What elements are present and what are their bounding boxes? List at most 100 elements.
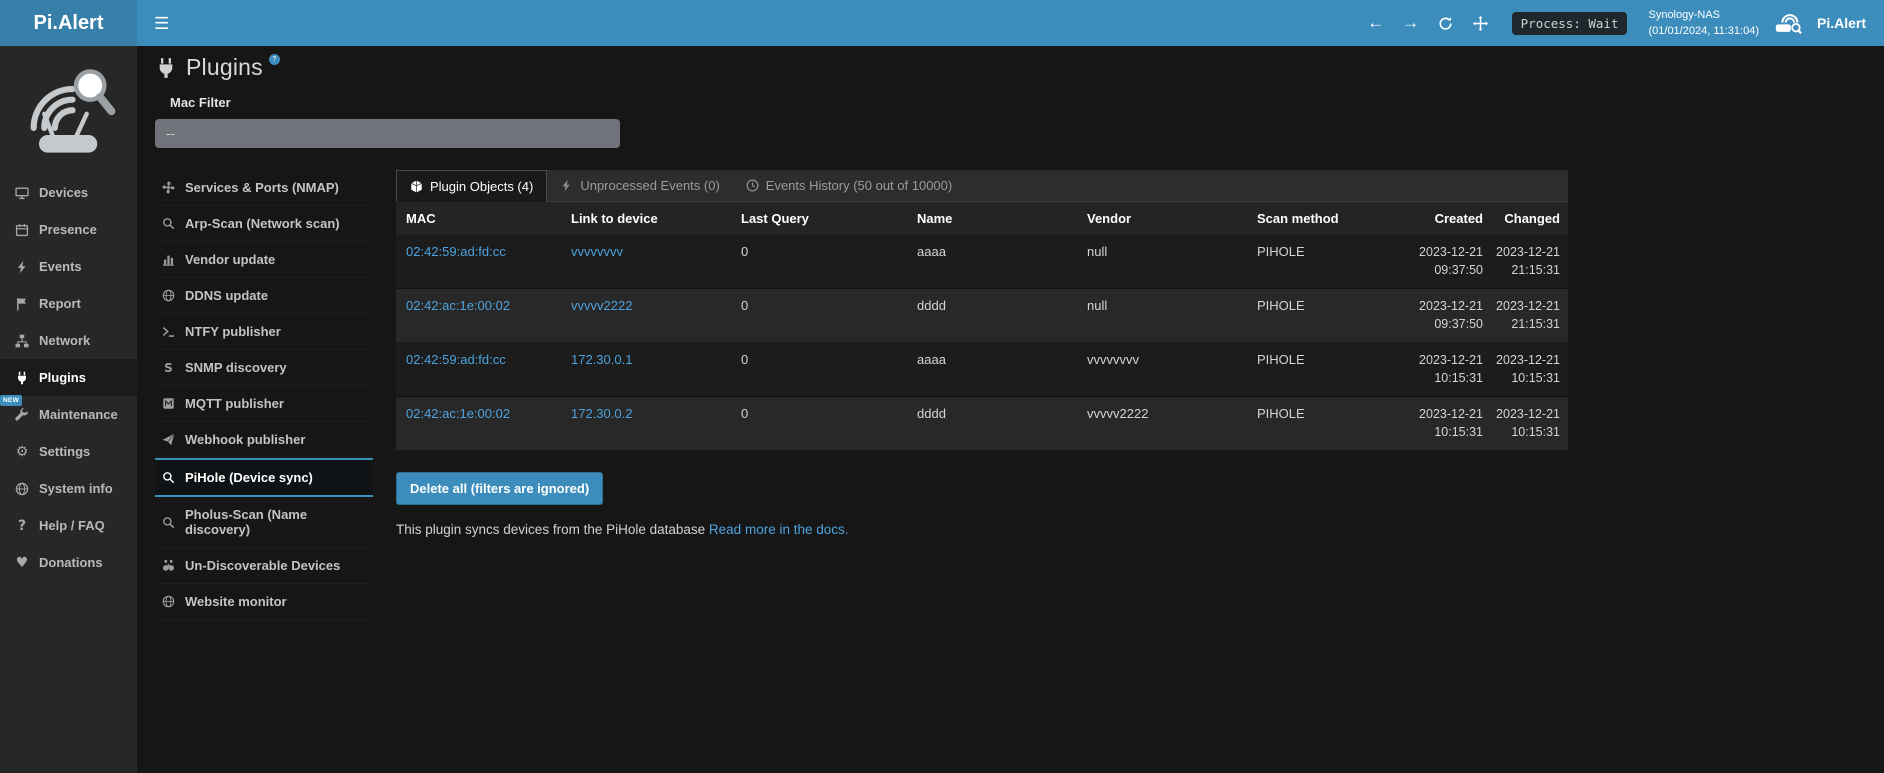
column-header-link-to-device: Link to device [561,202,731,235]
host-name: Synology-NAS [1648,7,1759,24]
presence-icon [14,223,30,237]
sidebar-item-label: Network [39,333,90,348]
table-cell: PIHOLE [1247,397,1413,451]
column-header-changed: Changed [1491,202,1568,235]
globe-icon [161,289,176,302]
sidebar-item-label: System info [39,481,113,496]
plugin-item-label: PiHole (Device sync) [185,470,313,485]
main-row: Devices Presence EventsReport Network Plugin… [0,46,1884,773]
refresh-icon[interactable] [1436,13,1456,33]
docs-info-badge[interactable]: ? [269,54,280,65]
table-body: 02:42:59:ad:fd:ccvvvvvvvv0aaaanullPIHOLE… [396,235,1568,451]
move-icon[interactable] [1471,13,1491,33]
report-icon [14,297,30,311]
plugin-tabs: Plugin Objects (4) Unprocessed Events (0)… [396,170,1568,202]
topbar-right: ← → Process: Wait Synology-NAS (01/01/20… [1366,7,1884,40]
sidebar-item-report[interactable]: Report [0,285,137,322]
sidebar-item-label: Maintenance [39,407,118,422]
plugin-item-un-discoverable-devices[interactable]: Un-Discoverable Devices [155,548,373,584]
table-cell: 2023-12-2121:15:31 [1491,289,1568,343]
system-info-icon [14,482,30,496]
column-header-vendor: Vendor [1077,202,1247,235]
plugin-item-ddns-update[interactable]: DDNS update [155,278,373,314]
mac-link[interactable]: 02:42:ac:1e:00:02 [396,397,561,451]
tab-events-history[interactable]: Events History (50 out of 10000) [733,170,965,201]
plugin-item-label: SNMP discovery [185,360,287,375]
tab-label: Plugin Objects (4) [430,179,533,194]
plugin-item-label: Un-Discoverable Devices [185,558,340,573]
sidebar-item-events[interactable]: Events [0,248,137,285]
tab-unprocessed-events[interactable]: Unprocessed Events (0) [547,170,732,201]
sidebar-item-network[interactable]: Network [0,322,137,359]
sidebar-item-system-info[interactable]: System info [0,470,137,507]
plugin-item-pholus-scan[interactable]: Pholus-Scan (Name discovery) [155,497,373,548]
device-link[interactable]: vvvvvvvv [561,235,731,289]
table-cell: 2023-12-2110:15:31 [1491,397,1568,451]
sidebar-item-settings[interactable]: ⚙Settings [0,433,137,470]
process-status-badge: Process: Wait [1512,12,1628,35]
table-cell: vvvvvvvv [1077,343,1247,397]
plugin-item-website-monitor[interactable]: Website monitor [155,584,373,620]
globe-icon [161,595,176,608]
plugin-objects-table: MACLink to deviceLast QueryNameVendorSca… [396,202,1568,451]
maintenance-icon [14,408,30,422]
tab-plugin-objects[interactable]: Plugin Objects (4) [396,170,547,202]
sidebar-menu: Devices Presence EventsReport Network Plugin… [0,174,137,581]
box-icon [161,397,176,410]
plugins-page-icon [155,57,177,79]
search-icon [161,516,176,529]
plugins-body: Services & Ports (NMAP) Arp-Scan (Network… [155,170,1884,620]
device-link[interactable]: vvvvv2222 [561,289,731,343]
host-info: Synology-NAS (01/01/2024, 11:31:04) [1648,7,1759,40]
plugin-item-webhook-publisher[interactable]: Webhook publisher [155,422,373,458]
plugin-item-mqtt-publisher[interactable]: MQTT publisher [155,386,373,422]
tab-label: Unprocessed Events (0) [580,178,719,193]
delete-all-button[interactable]: Delete all (filters are ignored) [396,472,603,505]
device-link[interactable]: 172.30.0.2 [561,397,731,451]
nav-back-icon[interactable]: ← [1366,13,1386,33]
table-cell: 2023-12-2110:15:31 [1491,343,1568,397]
plugin-item-snmp-discovery[interactable]: SSNMP discovery [155,350,373,386]
table-cell: 0 [731,343,907,397]
table-cell: PIHOLE [1247,343,1413,397]
sidebar-item-devices[interactable]: Devices [0,174,137,211]
plugin-item-label: NTFY publisher [185,324,281,339]
brand-logo[interactable]: Pi.Alert [0,0,137,46]
sidebar-item-label: Devices [39,185,88,200]
app-root: Pi.Alert ☰ ← → Process: Wait Synology-NA… [0,0,1884,773]
topbar: Pi.Alert ☰ ← → Process: Wait Synology-NA… [0,0,1884,46]
plugin-item-label: Arp-Scan (Network scan) [185,216,340,231]
docs-link[interactable]: Read more in the docs. [709,522,849,537]
sidebar-item-plugins[interactable]: Plugins [0,359,137,396]
sidebar-toggle-button[interactable]: ☰ [137,15,186,32]
sidebar-item-presence[interactable]: Presence [0,211,137,248]
table-cell: PIHOLE [1247,235,1413,289]
sidebar-item-help-faq[interactable]: ?Help / FAQ [0,507,137,544]
plugin-item-ntfy-publisher[interactable]: NTFY publisher [155,314,373,350]
nav-forward-icon[interactable]: → [1401,13,1421,33]
mac-link[interactable]: 02:42:59:ad:fd:cc [396,343,561,397]
cube-icon [410,180,423,193]
plugin-item-services-ports-nmap[interactable]: Services & Ports (NMAP) [155,170,373,206]
sidebar-item-label: Presence [39,222,97,237]
mac-link[interactable]: 02:42:59:ad:fd:cc [396,235,561,289]
mac-link[interactable]: 02:42:ac:1e:00:02 [396,289,561,343]
mac-filter-label: Mac Filter [170,95,1884,110]
mac-filter-input[interactable] [155,119,620,148]
sidebar-item-maintenance[interactable]: Maintenance NEW [0,396,137,433]
plugin-item-label: Webhook publisher [185,432,305,447]
plugin-item-vendor-update[interactable]: Vendor update [155,242,373,278]
search-icon [161,471,176,484]
table-row: 02:42:ac:1e:00:02172.30.0.20ddddvvvvv222… [396,397,1568,451]
table-cell: aaaa [907,235,1077,289]
new-badge: NEW [0,395,22,406]
host-timestamp: (01/01/2024, 11:31:04) [1648,23,1759,40]
devices-icon [14,186,30,200]
plugin-description: This plugin syncs devices from the PiHol… [396,522,1568,537]
device-link[interactable]: 172.30.0.1 [561,343,731,397]
table-row: 02:42:59:ad:fd:cc172.30.0.10aaaavvvvvvvv… [396,343,1568,397]
plugin-list: Services & Ports (NMAP) Arp-Scan (Network… [155,170,373,620]
plugin-item-pihole-device-sync[interactable]: PiHole (Device sync) [155,458,373,497]
plugin-item-arp-scan[interactable]: Arp-Scan (Network scan) [155,206,373,242]
sidebar-item-donations[interactable]: ♥Donations [0,544,137,581]
